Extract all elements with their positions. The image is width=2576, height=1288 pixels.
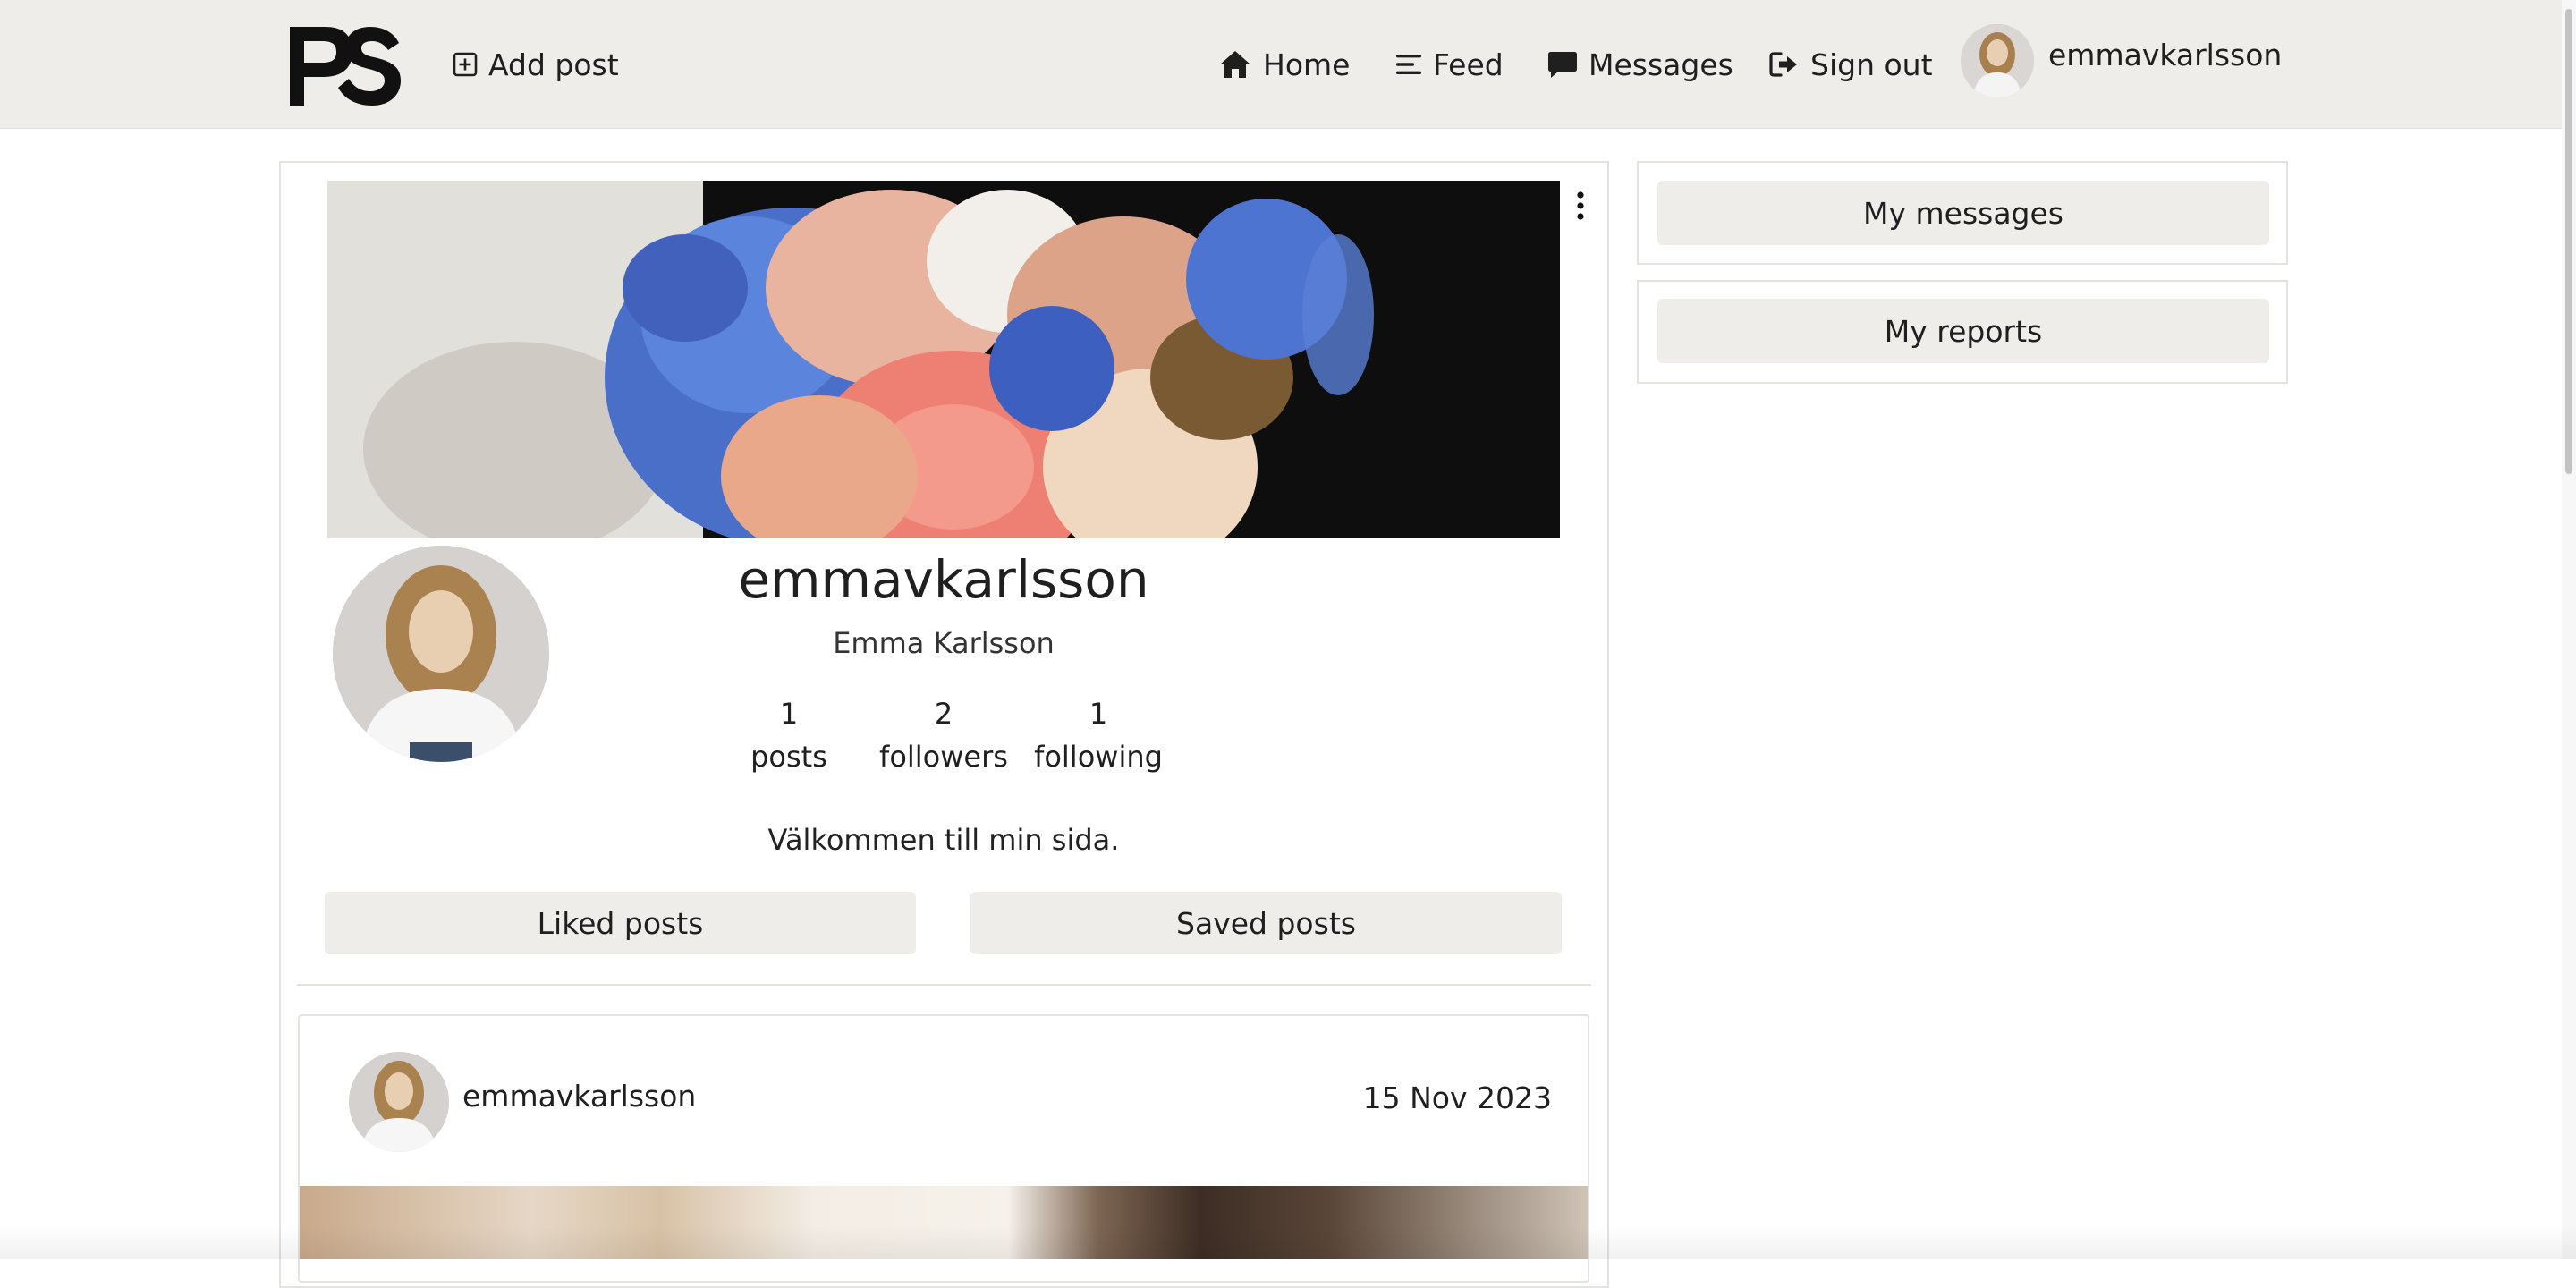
messages-label: Messages bbox=[1589, 47, 1733, 82]
scrollbar-thumb[interactable] bbox=[2565, 9, 2572, 474]
flower-bouquet-image bbox=[327, 181, 1560, 538]
nav-feed[interactable]: Feed bbox=[1395, 41, 1504, 88]
profile-full-name: Emma Karlsson bbox=[833, 626, 1055, 660]
nav-avatar[interactable] bbox=[1961, 24, 2034, 97]
message-icon bbox=[1548, 52, 1577, 78]
home-label: Home bbox=[1263, 47, 1351, 82]
post-image[interactable] bbox=[300, 1186, 1588, 1259]
profile-photo-icon bbox=[349, 1052, 449, 1152]
home-icon bbox=[1220, 51, 1250, 78]
nav-sign-out[interactable]: Sign out bbox=[1769, 41, 1933, 88]
nav-messages[interactable]: Messages bbox=[1547, 41, 1733, 88]
liked-posts-button[interactable]: Liked posts bbox=[325, 892, 916, 954]
stat-label: following bbox=[1034, 740, 1163, 774]
profile-photo-icon bbox=[333, 546, 549, 762]
post-author-username[interactable]: emmavkarlsson bbox=[462, 1079, 696, 1114]
profile-bio: Välkommen till min sida. bbox=[767, 823, 1120, 857]
stat-count: 1 bbox=[1089, 697, 1108, 731]
section-divider bbox=[297, 984, 1591, 986]
menu-lines-icon bbox=[1396, 55, 1421, 74]
stat-label: posts bbox=[750, 740, 827, 774]
add-post-label: Add post bbox=[488, 47, 619, 82]
stat-followers[interactable]: 2 followers bbox=[872, 692, 1015, 778]
saved-posts-button[interactable]: Saved posts bbox=[970, 892, 1562, 954]
profile-avatar bbox=[333, 546, 549, 762]
my-reports-button[interactable]: My reports bbox=[1657, 299, 2269, 363]
sign-out-icon bbox=[1769, 52, 1797, 77]
nav-home[interactable]: Home bbox=[1218, 41, 1350, 88]
profile-photo-icon bbox=[1961, 24, 2034, 97]
profile-username: emmavkarlsson bbox=[738, 549, 1149, 610]
sign-out-label: Sign out bbox=[1810, 47, 1933, 82]
top-navbar: Add post Home Feed Messages Sign out emm… bbox=[0, 0, 2576, 129]
plus-square-icon bbox=[453, 52, 478, 77]
post-date: 15 Nov 2023 bbox=[1362, 1080, 1552, 1115]
stat-following[interactable]: 1 following bbox=[1027, 692, 1170, 778]
ps-logo[interactable] bbox=[286, 21, 402, 107]
stat-count: 2 bbox=[934, 697, 953, 731]
stat-count: 1 bbox=[779, 697, 799, 731]
stat-posts[interactable]: 1 posts bbox=[717, 692, 860, 778]
nav-username[interactable]: emmavkarlsson bbox=[2048, 38, 2282, 72]
profile-banner bbox=[327, 181, 1560, 538]
stat-label: followers bbox=[879, 740, 1008, 774]
post-author-avatar[interactable] bbox=[349, 1052, 449, 1152]
feed-label: Feed bbox=[1433, 47, 1504, 82]
more-options-icon[interactable] bbox=[1570, 190, 1591, 222]
my-messages-button[interactable]: My messages bbox=[1657, 181, 2269, 245]
add-post-link[interactable]: Add post bbox=[453, 41, 619, 88]
